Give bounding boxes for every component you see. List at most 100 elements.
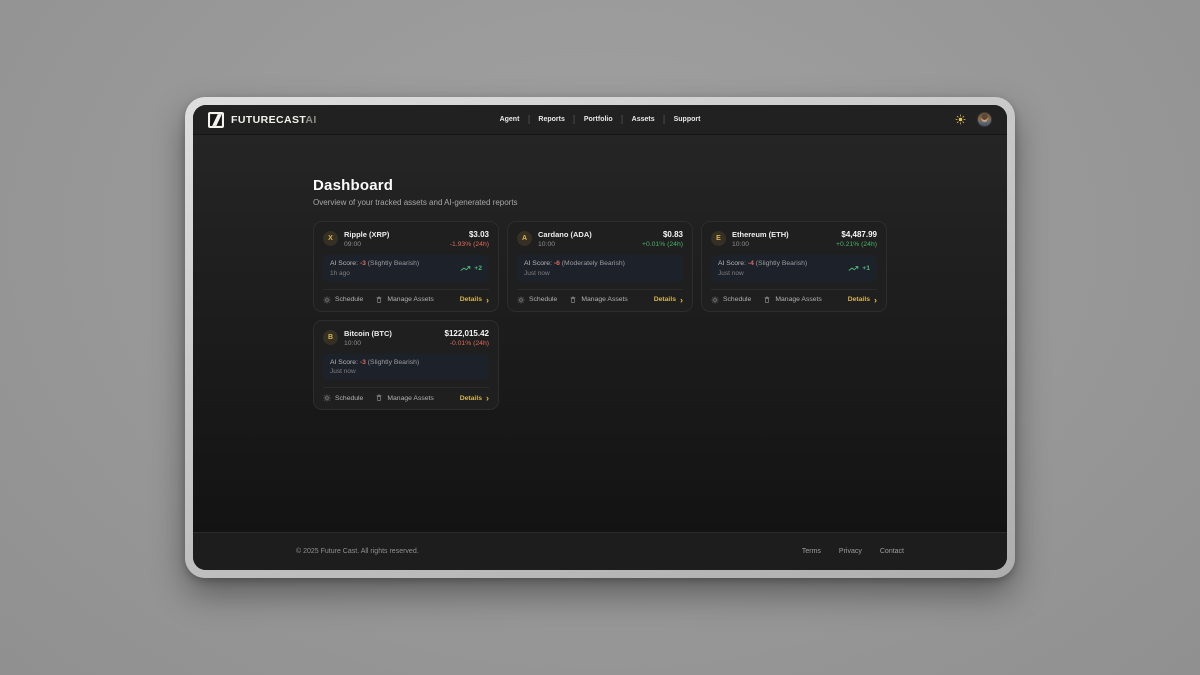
asset-card-cardano: A Cardano (ADA) 10:00 $0.83 +0.01% (24h) <box>507 221 693 312</box>
ai-score-updated: Just now <box>524 270 625 277</box>
nav-item-portfolio[interactable]: Portfolio <box>584 116 613 123</box>
theme-toggle-sun-icon[interactable] <box>955 114 966 125</box>
ai-score-panel: AI Score: -3 (Slightly Bearish) 1h ago +… <box>323 255 489 282</box>
ai-score-sentiment: (Slightly Bearish) <box>368 260 419 267</box>
asset-change: +0.01% (24h) <box>642 241 683 248</box>
copyright-text: © 2025 Future Cast. All rights reserved. <box>296 548 419 555</box>
trash-icon <box>375 394 383 402</box>
asset-symbol-badge: A <box>517 231 532 246</box>
schedule-button[interactable]: Schedule <box>323 394 363 402</box>
manage-assets-button[interactable]: Manage Assets <box>569 296 627 304</box>
ai-score-value: -4 <box>748 260 754 267</box>
asset-price: $0.83 <box>642 230 683 239</box>
nav-separator <box>664 115 665 124</box>
main-nav: Agent Reports Portfolio Assets Support <box>500 105 701 134</box>
ai-score-panel: AI Score: -3 (Slightly Bearish) Just now <box>323 354 489 381</box>
ai-score-panel: AI Score: -6 (Moderately Bearish) Just n… <box>517 255 683 282</box>
chevron-right-icon: › <box>486 395 489 401</box>
nav-item-assets[interactable]: Assets <box>632 116 655 123</box>
header-actions <box>955 112 992 127</box>
manage-assets-button[interactable]: Manage Assets <box>375 394 433 402</box>
gear-icon <box>323 394 331 402</box>
ai-score-value: -3 <box>360 260 366 267</box>
details-button[interactable]: Details› <box>460 296 489 303</box>
trash-icon <box>375 296 383 304</box>
chevron-right-icon: › <box>874 297 877 303</box>
chevron-right-icon: › <box>680 297 683 303</box>
asset-name: Ripple (XRP) <box>344 230 389 239</box>
schedule-button[interactable]: Schedule <box>323 296 363 304</box>
asset-change: +0.21% (24h) <box>836 241 877 248</box>
nav-separator <box>622 115 623 124</box>
page-title: Dashboard <box>313 177 887 194</box>
brand-logo-icon <box>208 112 224 128</box>
footer-links: Terms Privacy Contact <box>802 548 904 555</box>
ai-score-panel: AI Score: -4 (Slightly Bearish) Just now… <box>711 255 877 282</box>
gear-icon <box>711 296 719 304</box>
card-actions: Schedule Manage Assets Details› <box>323 387 489 402</box>
brand[interactable]: FUTURECASTAI <box>208 112 317 128</box>
asset-name: Ethereum (ETH) <box>732 230 789 239</box>
main-content: Dashboard Overview of your tracked asset… <box>193 135 1007 532</box>
brand-suffix: AI <box>305 114 316 126</box>
card-actions: Schedule Manage Assets Details› <box>517 289 683 304</box>
asset-symbol-badge: X <box>323 231 338 246</box>
asset-time: 10:00 <box>344 340 392 347</box>
asset-symbol-badge: E <box>711 231 726 246</box>
chevron-right-icon: › <box>486 297 489 303</box>
manage-assets-button[interactable]: Manage Assets <box>375 296 433 304</box>
app-root: FUTURECASTAI Agent Reports Portfolio Ass… <box>193 105 1007 570</box>
asset-card-ethereum: E Ethereum (ETH) 10:00 $4,487.99 +0.21% … <box>701 221 887 312</box>
ai-score-updated: Just now <box>330 368 419 375</box>
manage-assets-button[interactable]: Manage Assets <box>763 296 821 304</box>
trash-icon <box>569 296 577 304</box>
nav-item-agent[interactable]: Agent <box>500 116 520 123</box>
details-button[interactable]: Details› <box>654 296 683 303</box>
asset-time: 10:00 <box>732 241 789 248</box>
ai-score-updated: 1h ago <box>330 270 419 277</box>
gear-icon <box>323 296 331 304</box>
ai-score-value: -6 <box>554 260 560 267</box>
footer-link-contact[interactable]: Contact <box>880 548 904 555</box>
trend-chip: +1 <box>848 265 870 272</box>
asset-name: Bitcoin (BTC) <box>344 329 392 338</box>
schedule-button[interactable]: Schedule <box>517 296 557 304</box>
asset-card-grid: X Ripple (XRP) 09:00 $3.03 -1.93% (24h) <box>313 221 887 410</box>
ai-score-sentiment: (Slightly Bearish) <box>368 359 419 366</box>
asset-symbol-badge: B <box>323 330 338 345</box>
asset-change: -1.93% (24h) <box>450 241 489 248</box>
nav-item-reports[interactable]: Reports <box>538 116 564 123</box>
ai-score-label: AI Score: <box>330 260 358 267</box>
nav-separator <box>528 115 529 124</box>
details-button[interactable]: Details› <box>460 395 489 402</box>
card-actions: Schedule Manage Assets Details› <box>323 289 489 304</box>
details-button[interactable]: Details› <box>848 296 877 303</box>
trend-up-icon <box>460 265 471 272</box>
brand-name: FUTURECASTAI <box>231 114 317 126</box>
footer-link-terms[interactable]: Terms <box>802 548 821 555</box>
ai-score-sentiment: (Slightly Bearish) <box>756 260 807 267</box>
app-footer: © 2025 Future Cast. All rights reserved.… <box>193 532 1007 570</box>
ai-score-sentiment: (Moderately Bearish) <box>562 260 625 267</box>
user-avatar[interactable] <box>977 112 992 127</box>
browser-window: FUTURECASTAI Agent Reports Portfolio Ass… <box>185 97 1015 578</box>
asset-price: $4,487.99 <box>836 230 877 239</box>
ai-score-label: AI Score: <box>718 260 746 267</box>
asset-card-ripple: X Ripple (XRP) 09:00 $3.03 -1.93% (24h) <box>313 221 499 312</box>
asset-time: 10:00 <box>538 241 592 248</box>
asset-name: Cardano (ADA) <box>538 230 592 239</box>
asset-price: $3.03 <box>450 230 489 239</box>
asset-time: 09:00 <box>344 241 389 248</box>
page-subtitle: Overview of your tracked assets and AI-g… <box>313 198 887 207</box>
app-header: FUTURECASTAI Agent Reports Portfolio Ass… <box>193 105 1007 135</box>
ai-score-updated: Just now <box>718 270 807 277</box>
ai-score-label: AI Score: <box>330 359 358 366</box>
trend-up-icon <box>848 265 859 272</box>
schedule-button[interactable]: Schedule <box>711 296 751 304</box>
asset-price: $122,015.42 <box>445 329 490 338</box>
asset-change: -0.01% (24h) <box>445 340 490 347</box>
nav-item-support[interactable]: Support <box>674 116 701 123</box>
gear-icon <box>517 296 525 304</box>
footer-link-privacy[interactable]: Privacy <box>839 548 862 555</box>
asset-card-bitcoin: B Bitcoin (BTC) 10:00 $122,015.42 -0.01%… <box>313 320 499 411</box>
